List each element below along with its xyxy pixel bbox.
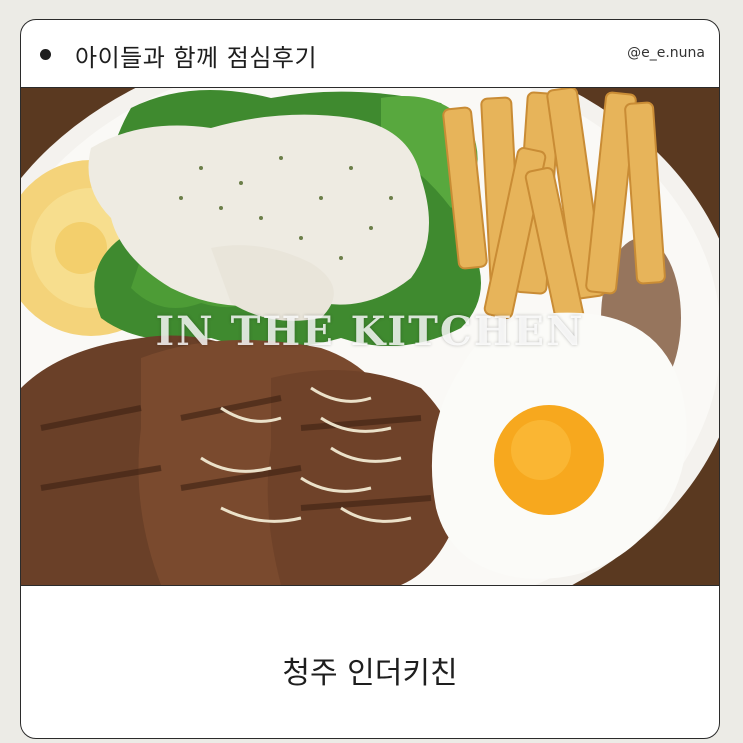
post-title: 아이들과 함께 점심후기 bbox=[75, 44, 318, 72]
card-footer: 청주 인더키친 bbox=[21, 585, 719, 738]
photo-overlay-text: IN THE KITCHEN bbox=[155, 308, 585, 355]
restaurant-name: 청주 인더키친 bbox=[282, 656, 458, 691]
bullet-icon bbox=[40, 49, 51, 60]
post-card: 아이들과 함께 점심후기 @e_e.nuna IN THE KITCHEN 청주… bbox=[20, 19, 720, 739]
card-header: 아이들과 함께 점심후기 @e_e.nuna bbox=[21, 20, 719, 88]
food-photo: IN THE KITCHEN bbox=[21, 88, 719, 585]
author-handle: @e_e.nuna bbox=[627, 45, 705, 61]
